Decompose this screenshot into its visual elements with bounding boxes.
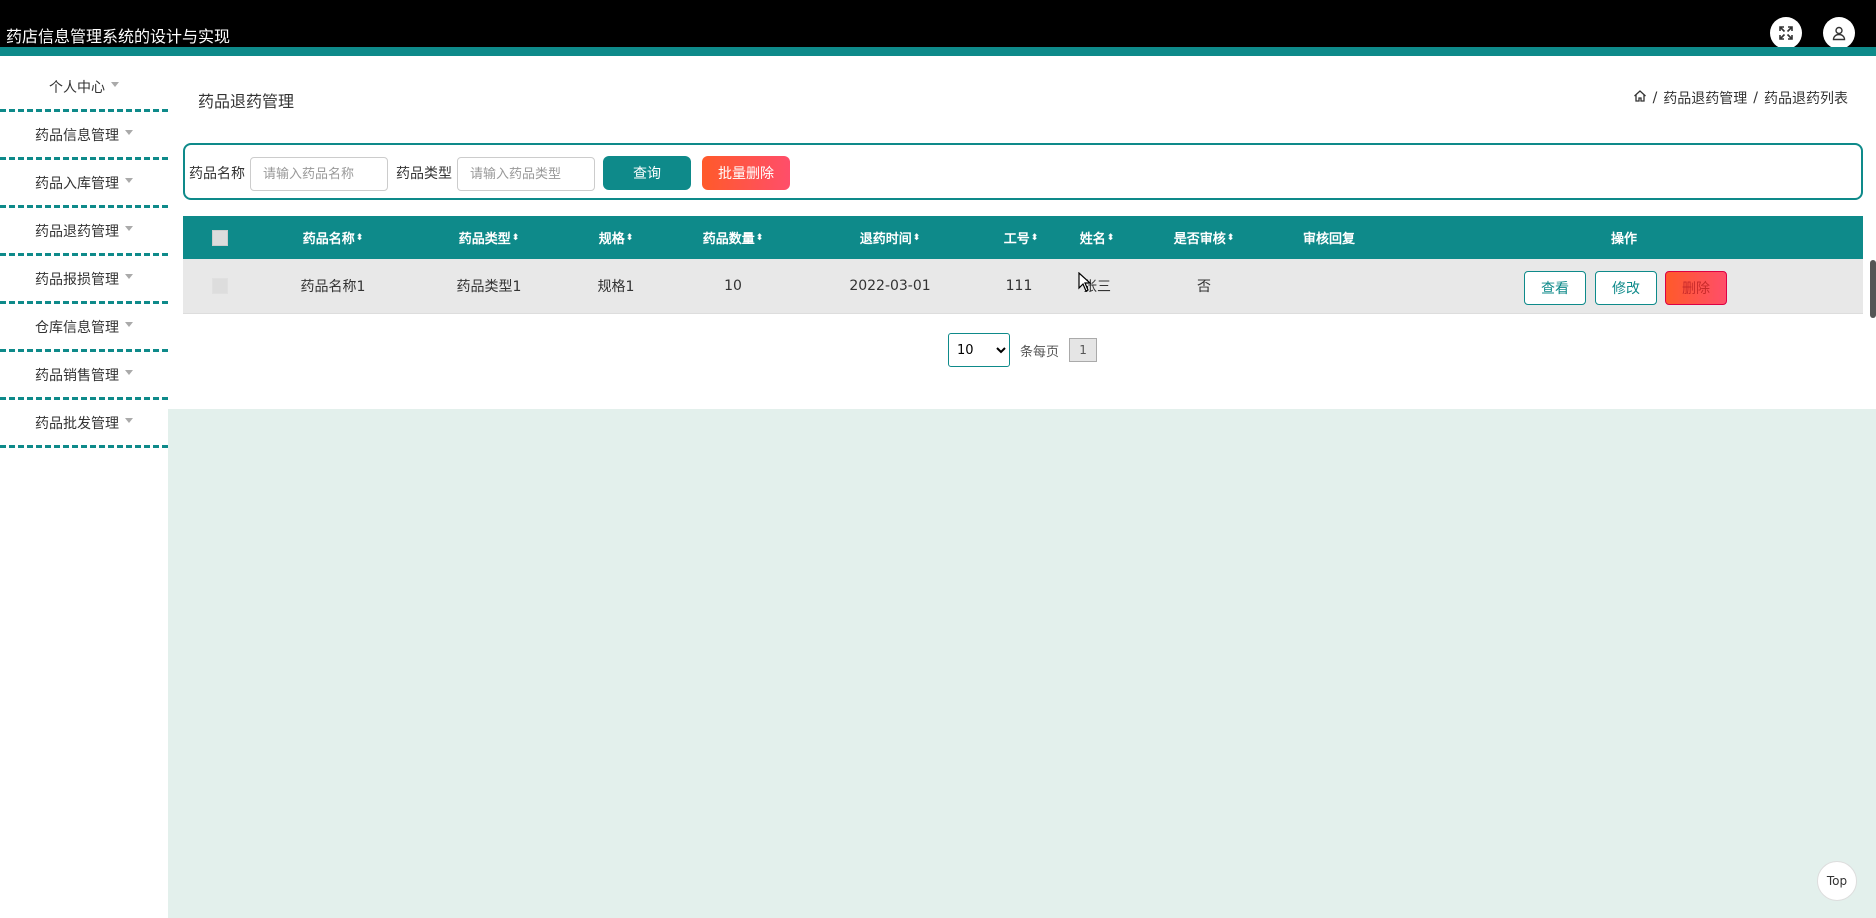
caret-down-icon (125, 226, 133, 231)
header-label: 药品名称 (302, 232, 355, 247)
sort-icon[interactable]: ⬍ (913, 233, 921, 243)
sidebar-item-drug-stock-in[interactable]: 药品入库管理 (0, 160, 168, 208)
header-label: 是否审核 (1173, 232, 1226, 247)
cell-staff-no: 111 (1005, 278, 1033, 294)
header-staff-name[interactable]: 姓名 ⬍ (1080, 216, 1115, 259)
sort-icon[interactable]: ⬍ (1227, 233, 1235, 243)
cell-type: 药品类型1 (456, 279, 522, 295)
sort-icon[interactable]: ⬍ (1031, 233, 1039, 243)
sidebar-item-drug-wholesale[interactable]: 药品批发管理 (0, 400, 168, 448)
cell-spec: 规格1 (597, 279, 635, 295)
type-filter-label: 药品类型 (396, 166, 452, 182)
caret-down-icon (125, 370, 133, 375)
page-size-select[interactable]: 102050100 (948, 333, 1010, 367)
header-spec[interactable]: 规格 ⬍ (599, 216, 634, 259)
name-search-input[interactable] (250, 157, 388, 191)
edit-button[interactable]: 修改 (1595, 271, 1657, 305)
sidebar-item-label: 药品销售管理 (35, 367, 119, 384)
sidebar-item-warehouse[interactable]: 仓库信息管理 (0, 304, 168, 352)
cell-return-time: 2022-03-01 (849, 278, 931, 294)
breadcrumb-level2: 药品退药列表 (1764, 91, 1848, 107)
scrollbar-thumb[interactable] (1870, 260, 1876, 318)
header-name[interactable]: 药品名称 ⬍ (303, 216, 364, 259)
cell-name: 药品名称1 (300, 279, 366, 295)
sort-icon[interactable]: ⬍ (756, 233, 764, 243)
content-background (168, 409, 1876, 918)
fullscreen-icon[interactable] (1770, 17, 1802, 49)
sidebar-item-label: 药品信息管理 (35, 127, 119, 144)
header-label: 审核回复 (1302, 232, 1356, 247)
sidebar-item-label: 药品批发管理 (35, 415, 119, 432)
sort-icon[interactable]: ⬍ (512, 233, 520, 243)
query-button[interactable]: 查询 (603, 156, 691, 190)
table-row: 药品名称1 药品类型1 规格1 10 2022-03-01 111 张三 否 查… (183, 259, 1863, 314)
sidebar-item-label: 仓库信息管理 (35, 319, 119, 336)
header-return-time[interactable]: 退药时间 ⬍ (860, 216, 921, 259)
sidebar-item-drug-return[interactable]: 药品退药管理 (0, 208, 168, 256)
breadcrumb-separator: / (1753, 90, 1758, 106)
caret-down-icon (111, 82, 119, 87)
header-label: 操作 (1610, 232, 1638, 247)
caret-down-icon (125, 130, 133, 135)
breadcrumb: / 药品退药管理 / 药品退药列表 (1633, 88, 1848, 108)
sort-icon[interactable]: ⬍ (626, 233, 634, 243)
sidebar-item-drug-sales[interactable]: 药品销售管理 (0, 352, 168, 400)
sidebar-item-drug-loss[interactable]: 药品报损管理 (0, 256, 168, 304)
header-label: 药品类型 (458, 232, 511, 247)
mouse-cursor-icon (1078, 271, 1092, 296)
table-header: 药品名称 ⬍ 药品类型 ⬍ 规格 ⬍ 药品数量 ⬍ 退药时间 ⬍ 工号 ⬍ 姓名 ⬍ 是否审核… (183, 216, 1863, 259)
type-search-input[interactable] (457, 157, 595, 191)
delete-button[interactable]: 删除 (1665, 271, 1727, 305)
caret-down-icon (125, 274, 133, 279)
user-icon[interactable] (1823, 17, 1855, 49)
top-bar-accent (0, 47, 1876, 56)
name-filter-label: 药品名称 (189, 166, 245, 182)
page-number-button[interactable]: 1 (1069, 338, 1098, 362)
header-audited[interactable]: 是否审核 ⬍ (1174, 216, 1235, 259)
header-label: 药品数量 (702, 232, 755, 247)
sidebar: 个人中心 药品信息管理 药品入库管理 药品退药管理 药品报损管理 仓库信息管理 … (0, 64, 168, 448)
app-title: 药店信息管理系统的设计与实现 (6, 27, 231, 46)
data-table: 药品名称 ⬍ 药品类型 ⬍ 规格 ⬍ 药品数量 ⬍ 退药时间 ⬍ 工号 ⬍ 姓名 ⬍ 是否审核… (183, 216, 1863, 314)
sort-icon[interactable]: ⬍ (1107, 233, 1115, 243)
home-icon[interactable] (1633, 89, 1647, 107)
top-bar: 药店信息管理系统的设计与实现 (0, 0, 1876, 56)
row-checkbox[interactable] (212, 278, 228, 294)
caret-down-icon (125, 322, 133, 327)
view-button[interactable]: 查看 (1524, 271, 1586, 305)
sidebar-item-label: 药品退药管理 (35, 223, 119, 240)
sidebar-item-personal-center[interactable]: 个人中心 (0, 64, 168, 112)
sidebar-item-label: 药品入库管理 (35, 175, 119, 192)
select-all-checkbox-cell[interactable] (212, 216, 228, 259)
sidebar-item-label: 药品报损管理 (35, 271, 119, 288)
row-checkbox-cell[interactable] (212, 259, 228, 313)
sidebar-item-label: 个人中心 (49, 79, 105, 96)
header-quantity[interactable]: 药品数量 ⬍ (703, 216, 764, 259)
breadcrumb-separator: / (1652, 90, 1658, 106)
header-operations: 操作 (1611, 216, 1637, 259)
header-label: 姓名 (1079, 232, 1106, 247)
header-label: 规格 (598, 232, 625, 247)
header-staff-no[interactable]: 工号 ⬍ (1004, 216, 1039, 259)
back-to-top-button[interactable]: Top (1817, 861, 1857, 901)
batch-delete-button[interactable]: 批量删除 (702, 156, 790, 190)
cell-quantity: 10 (724, 278, 742, 294)
select-all-checkbox[interactable] (212, 229, 228, 246)
pagination: 102050100 条每页 1 (948, 333, 1098, 367)
breadcrumb-level1[interactable]: 药品退药管理 (1663, 88, 1747, 108)
search-panel: 药品名称 药品类型 查询 批量删除 (183, 143, 1863, 200)
cell-audited: 否 (1197, 279, 1211, 295)
header-audit-reply: 审核回复 (1303, 216, 1355, 259)
sidebar-item-drug-info[interactable]: 药品信息管理 (0, 112, 168, 160)
caret-down-icon (125, 178, 133, 183)
caret-down-icon (125, 418, 133, 423)
header-label: 工号 (1003, 232, 1030, 247)
page-title: 药品退药管理 (198, 92, 295, 111)
per-page-label: 条每页 (1020, 344, 1060, 360)
sort-icon[interactable]: ⬍ (356, 233, 364, 243)
header-label: 退药时间 (859, 232, 912, 247)
header-type[interactable]: 药品类型 ⬍ (459, 216, 520, 259)
